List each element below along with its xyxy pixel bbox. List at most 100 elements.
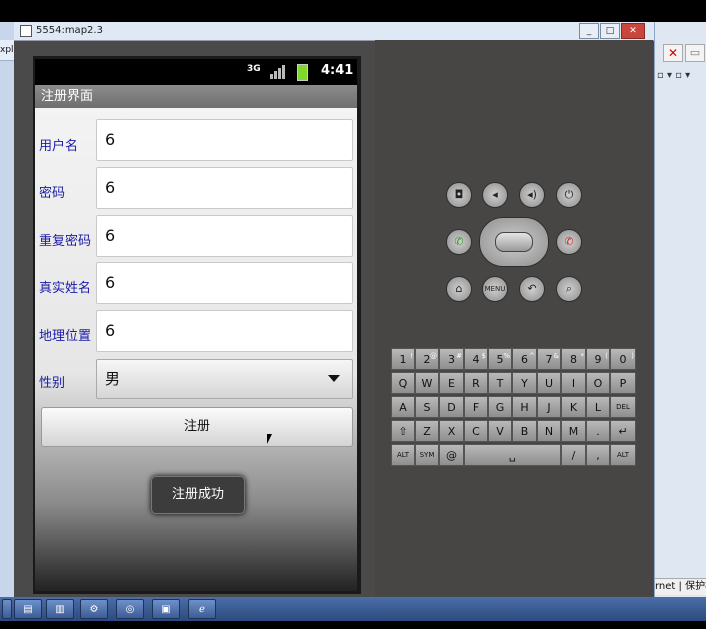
key-alt[interactable]: ALT bbox=[391, 444, 415, 466]
key-p[interactable]: P bbox=[610, 372, 636, 394]
key-5[interactable]: 5% bbox=[488, 348, 512, 370]
register-form: 用户名 6 密码 6 重复密码 6 真实姓名 6 地理位置 6 性别 男 注册 bbox=[35, 108, 357, 591]
maximize-button[interactable]: □ bbox=[600, 23, 620, 39]
signal-bars-icon bbox=[270, 65, 288, 79]
right-window-status-text: rnet | 保护模 bbox=[655, 578, 706, 595]
dpad-center-button[interactable] bbox=[495, 232, 533, 252]
key-g[interactable]: G bbox=[488, 396, 512, 418]
location-label: 地理位置 bbox=[39, 329, 92, 344]
power-button[interactable]: ⏻ bbox=[556, 182, 582, 208]
real-name-label: 真实姓名 bbox=[39, 281, 92, 296]
key-y[interactable]: Y bbox=[512, 372, 537, 394]
username-label: 用户名 bbox=[39, 139, 79, 154]
key-s[interactable]: S bbox=[415, 396, 439, 418]
key-a[interactable]: A bbox=[391, 396, 415, 418]
key-enter-icon[interactable]: ↵ bbox=[610, 420, 636, 442]
key-4[interactable]: 4 $ bbox=[464, 348, 488, 370]
emulator-keyboard: 1! 2 @ 3 # 4 $ 5% 6 ^ 7 & 8 * 9( 0) Q W E R T … bbox=[391, 348, 636, 468]
right-window-close-button[interactable]: ✕ bbox=[663, 44, 683, 62]
gender-label: 性别 bbox=[39, 376, 66, 391]
key-2[interactable]: 2 @ bbox=[415, 348, 439, 370]
windows-taskbar: ▤ ▥ ⚙ ◎ ▣ ℯ bbox=[0, 597, 706, 621]
key-o[interactable]: O bbox=[586, 372, 610, 394]
android-status-bar: 3G 4:41 bbox=[35, 59, 357, 85]
key-n[interactable]: N bbox=[537, 420, 561, 442]
key-j[interactable]: J bbox=[537, 396, 561, 418]
close-button[interactable]: ✕ bbox=[621, 23, 645, 39]
key-c[interactable]: C bbox=[464, 420, 488, 442]
key-del[interactable]: DEL bbox=[610, 396, 636, 418]
key-v[interactable]: V bbox=[488, 420, 512, 442]
toast-message: 注册成功 bbox=[151, 476, 245, 514]
emulator-controls-panel bbox=[375, 40, 653, 596]
camera-button[interactable]: ◘ bbox=[446, 182, 472, 208]
key-period[interactable]: . bbox=[586, 420, 610, 442]
key-7[interactable]: 7 & bbox=[537, 348, 561, 370]
repeat-password-input[interactable]: 6 bbox=[96, 215, 353, 257]
real-name-input[interactable]: 6 bbox=[96, 262, 353, 304]
key-9[interactable]: 9( bbox=[586, 348, 610, 370]
volume-up-button[interactable]: ◂) bbox=[519, 182, 545, 208]
key-b[interactable]: B bbox=[512, 420, 537, 442]
key-h[interactable]: H bbox=[512, 396, 537, 418]
menu-button[interactable]: MENU bbox=[482, 276, 508, 302]
taskbar-emulator-icon[interactable]: ▣ bbox=[152, 599, 180, 619]
key-t[interactable]: T bbox=[488, 372, 512, 394]
taskbar-folder-icon[interactable]: ▤ bbox=[14, 599, 42, 619]
key-w[interactable]: W bbox=[415, 372, 439, 394]
network-3g-icon: 3G bbox=[247, 64, 261, 74]
key-u[interactable]: U bbox=[537, 372, 561, 394]
volume-down-button[interactable]: ◂ bbox=[482, 182, 508, 208]
start-edge[interactable] bbox=[2, 599, 12, 619]
key-space[interactable]: ␣ bbox=[464, 444, 561, 466]
key-k[interactable]: K bbox=[561, 396, 586, 418]
key-l[interactable]: L bbox=[586, 396, 610, 418]
key-d[interactable]: D bbox=[439, 396, 464, 418]
password-input[interactable]: 6 bbox=[96, 167, 353, 209]
key-f[interactable]: F bbox=[464, 396, 488, 418]
username-input[interactable]: 6 bbox=[96, 119, 353, 161]
emulator-title-bar: 5554:map2.3 _ □ ✕ bbox=[14, 22, 654, 41]
key-r[interactable]: R bbox=[464, 372, 488, 394]
key-at[interactable]: @ bbox=[439, 444, 464, 466]
minimize-button[interactable]: _ bbox=[579, 23, 599, 39]
call-button[interactable]: ✆ bbox=[446, 229, 472, 255]
dropdown-arrow-icon bbox=[328, 375, 340, 382]
key-x[interactable]: X bbox=[439, 420, 464, 442]
status-time: 4:41 bbox=[321, 63, 354, 78]
key-1[interactable]: 1! bbox=[391, 348, 415, 370]
key-e[interactable]: E bbox=[439, 372, 464, 394]
right-window-tab-icon[interactable]: ▭ bbox=[685, 44, 705, 62]
home-button[interactable]: ⌂ bbox=[446, 276, 472, 302]
taskbar-app-icon[interactable]: ◎ bbox=[116, 599, 144, 619]
gender-spinner[interactable]: 男 bbox=[96, 359, 353, 399]
key-8[interactable]: 8 * bbox=[561, 348, 586, 370]
end-call-button[interactable]: ✆ bbox=[556, 229, 582, 255]
left-window-title: xpl bbox=[0, 40, 14, 61]
desktop-right-window: ✕ ▭ ▫ ▾ ▫ ▾ rnet | 保护模 bbox=[654, 22, 706, 597]
right-window-toolbar: ▫ ▾ ▫ ▾ bbox=[657, 70, 691, 81]
location-input[interactable]: 6 bbox=[96, 310, 353, 352]
key-slash[interactable]: / bbox=[561, 444, 586, 466]
bottom-black-bar bbox=[0, 621, 706, 629]
register-button[interactable]: 注册 bbox=[41, 407, 353, 447]
key-sym[interactable]: SYM bbox=[415, 444, 439, 466]
key-i[interactable]: I bbox=[561, 372, 586, 394]
key-q[interactable]: Q bbox=[391, 372, 415, 394]
taskbar-document-icon[interactable]: ▥ bbox=[46, 599, 74, 619]
password-label: 密码 bbox=[39, 186, 66, 201]
taskbar-ie-icon[interactable]: ℯ bbox=[188, 599, 216, 619]
gender-value: 男 bbox=[105, 370, 121, 388]
key-0[interactable]: 0) bbox=[610, 348, 636, 370]
key-z[interactable]: Z bbox=[415, 420, 439, 442]
taskbar-gear-icon[interactable]: ⚙ bbox=[80, 599, 108, 619]
key-m[interactable]: M bbox=[561, 420, 586, 442]
key-6[interactable]: 6 ^ bbox=[512, 348, 537, 370]
key-shift-icon[interactable]: ⇧ bbox=[391, 420, 415, 442]
key-alt-right[interactable]: ALT bbox=[610, 444, 636, 466]
back-button[interactable]: ↶ bbox=[519, 276, 545, 302]
key-3[interactable]: 3 # bbox=[439, 348, 464, 370]
key-comma[interactable]: , bbox=[586, 444, 610, 466]
window-title: 5554:map2.3 bbox=[36, 25, 103, 36]
search-button[interactable]: ⌕ bbox=[556, 276, 582, 302]
